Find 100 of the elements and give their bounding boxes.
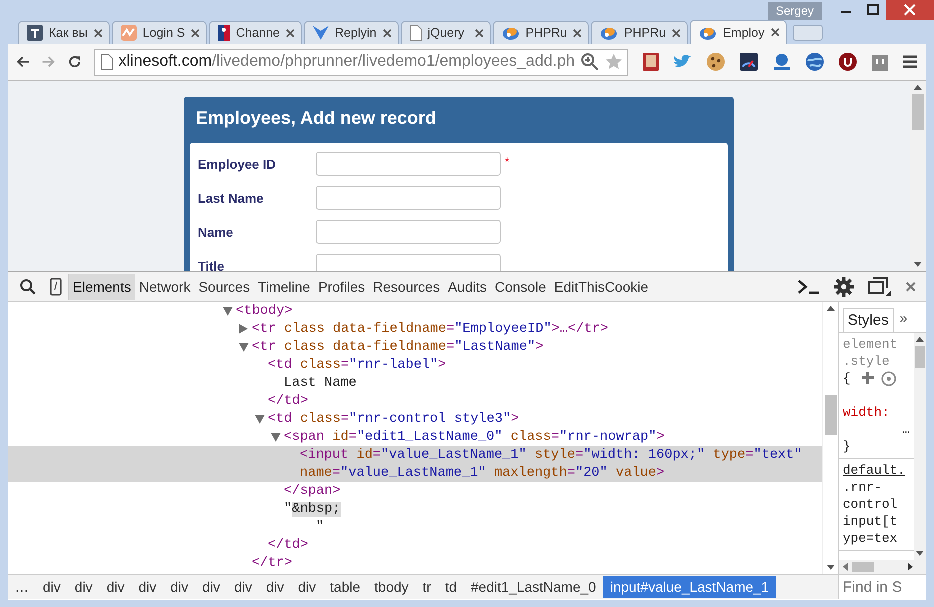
close-icon[interactable] xyxy=(474,28,484,38)
dom-row[interactable]: <td class="rnr-label"> xyxy=(8,356,822,374)
devtools-tab[interactable]: EditThisCookie xyxy=(550,274,653,300)
devtools-tab[interactable]: Timeline xyxy=(254,274,314,300)
menu-icon[interactable] xyxy=(902,55,918,69)
scrollbar-thumb[interactable] xyxy=(824,395,836,435)
scroll-up-icon[interactable] xyxy=(826,306,834,311)
breadcrumb-item[interactable]: div xyxy=(164,576,196,598)
plus-icon[interactable] xyxy=(861,371,875,385)
globe-icon[interactable] xyxy=(805,52,825,72)
breadcrumb-item[interactable]: div xyxy=(100,576,132,598)
gauge-icon[interactable] xyxy=(739,52,759,72)
close-icon[interactable] xyxy=(286,28,296,38)
circle-icon[interactable] xyxy=(881,371,897,387)
breadcrumb-item[interactable]: input#value_LastName_1 xyxy=(603,576,776,598)
dom-row[interactable]: <td class="rnr-control style3"> xyxy=(8,410,822,428)
dom-row[interactable]: </tr> xyxy=(8,554,822,572)
browser-tab[interactable]: jQuery xyxy=(400,21,491,44)
input-field[interactable] xyxy=(316,152,501,176)
dom-row[interactable]: "&nbsp; xyxy=(8,500,822,518)
devtools-tab[interactable]: Console xyxy=(491,274,550,300)
breadcrumb-item[interactable]: div xyxy=(196,576,228,598)
book-icon[interactable] xyxy=(642,52,660,72)
dom-row[interactable]: Last Name xyxy=(8,374,822,392)
collapsed-arrow-icon[interactable] xyxy=(239,324,248,334)
dom-row[interactable]: <tr class data-fieldname="EmployeeID">…</tr> xyxy=(8,320,822,338)
shield-icon[interactable] xyxy=(838,52,858,72)
scroll-up-icon[interactable] xyxy=(914,85,922,90)
close-icon[interactable] xyxy=(906,282,916,292)
styles-tab[interactable]: Styles xyxy=(843,308,894,332)
breadcrumb-item[interactable]: td xyxy=(438,576,464,598)
breadcrumb-item[interactable]: div xyxy=(36,576,68,598)
devtools-tab[interactable]: Resources xyxy=(369,274,444,300)
breadcrumb-item[interactable]: #edit1_LastName_0 xyxy=(464,576,604,598)
scroll-down-icon[interactable] xyxy=(826,565,834,570)
browser-tab[interactable]: Employ xyxy=(690,20,787,44)
breadcrumb-item[interactable]: div xyxy=(227,576,260,598)
dom-row[interactable]: </td> xyxy=(8,536,822,554)
close-icon[interactable] xyxy=(382,28,392,38)
scroll-left-icon[interactable] xyxy=(843,563,848,571)
browser-tab[interactable]: Как вы xyxy=(18,21,110,44)
bird-icon[interactable] xyxy=(673,54,693,70)
dom-row[interactable]: </span> xyxy=(8,482,822,500)
close-icon[interactable] xyxy=(94,28,103,38)
close-icon[interactable] xyxy=(191,28,200,38)
dom-row[interactable]: " xyxy=(8,518,822,536)
scroll-up-icon[interactable] xyxy=(916,337,924,342)
dom-row[interactable]: name="value_LastName_1" maxlength="20" value> xyxy=(8,464,822,482)
settings-icon[interactable] xyxy=(834,276,854,296)
devtools-tab[interactable]: Sources xyxy=(194,274,254,300)
search-icon[interactable] xyxy=(20,278,36,294)
close-icon[interactable] xyxy=(770,28,780,37)
breadcrumb-item[interactable]: tbody xyxy=(368,576,416,598)
phone-icon[interactable] xyxy=(50,278,62,296)
close-icon[interactable] xyxy=(573,28,582,38)
expanded-arrow-icon[interactable] xyxy=(223,306,233,316)
browser-tab[interactable]: Login S xyxy=(112,21,208,44)
dock-icon[interactable] xyxy=(868,276,892,296)
dom-row[interactable]: </td> xyxy=(8,392,822,410)
browser-tab[interactable]: PHPRu xyxy=(492,21,590,44)
breadcrumb-item[interactable]: div xyxy=(132,576,164,598)
box-icon[interactable] xyxy=(871,52,889,72)
scrollbar-thumb[interactable] xyxy=(852,562,874,572)
input-field[interactable] xyxy=(316,220,501,244)
close-icon[interactable] xyxy=(672,28,682,38)
browser-tab[interactable]: Replyin xyxy=(304,21,399,44)
console-icon[interactable] xyxy=(798,278,820,294)
dom-row[interactable]: <tbody> xyxy=(8,302,822,320)
dom-row[interactable]: <tr class data-fieldname="LastName"> xyxy=(8,338,822,356)
source-link[interactable]: default. xyxy=(843,462,906,479)
browser-tab[interactable]: Channe xyxy=(209,21,302,44)
scroll-down-icon[interactable] xyxy=(916,551,924,556)
devtools-tab[interactable]: Elements xyxy=(69,274,136,300)
more-tabs-button[interactable]: » xyxy=(900,310,908,326)
address-field[interactable]: xlinesoft.com/livedemo/phprunner/livedemo1/employees_add.ph xyxy=(94,48,628,76)
cookie-icon[interactable] xyxy=(706,52,726,72)
input-field[interactable] xyxy=(316,186,501,210)
devtools-tab[interactable]: Network xyxy=(135,274,195,300)
browser-tab[interactable]: PHPRu xyxy=(591,21,688,44)
scrollbar-thumb[interactable] xyxy=(912,94,924,130)
breadcrumb-item[interactable]: div xyxy=(68,576,100,598)
dom-row[interactable]: <span id="edit1_LastName_0" class="rnr-nowrap"> xyxy=(8,428,822,446)
expanded-arrow-icon[interactable] xyxy=(239,342,249,352)
input-field[interactable] xyxy=(316,254,501,271)
devtools-tab[interactable]: Audits xyxy=(444,274,491,300)
back-icon[interactable] xyxy=(16,54,30,70)
breadcrumb-item[interactable]: div xyxy=(259,576,292,598)
breadcrumb-item[interactable]: … xyxy=(8,576,36,598)
dom-row[interactable]: <input id="value_LastName_1" style="width: 160px;" type="text" xyxy=(8,446,822,464)
zoom-icon[interactable] xyxy=(581,53,599,71)
breadcrumb-item[interactable]: div xyxy=(291,576,324,598)
breadcrumb-item[interactable]: table xyxy=(323,576,368,598)
devtools-tab[interactable]: Profiles xyxy=(314,274,370,300)
star-icon[interactable] xyxy=(605,53,623,71)
breadcrumb-item[interactable]: tr xyxy=(416,576,438,598)
globe-icon[interactable] xyxy=(772,52,792,72)
scroll-right-icon[interactable] xyxy=(908,563,913,571)
close-icon[interactable] xyxy=(886,0,934,20)
scrollbar-thumb[interactable] xyxy=(915,346,925,368)
scroll-down-icon[interactable] xyxy=(914,262,922,267)
